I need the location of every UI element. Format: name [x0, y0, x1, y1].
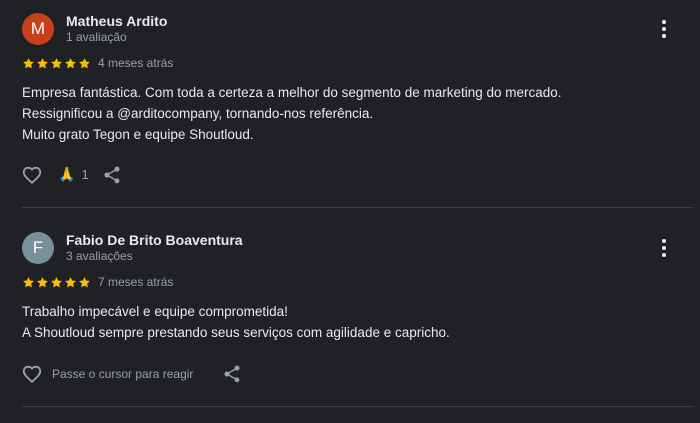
- heart-outline-icon: [22, 365, 42, 384]
- star-icon: [65, 58, 76, 69]
- review-card: M Matheus Ardito 1 avaliação 4 meses atr…: [0, 0, 700, 208]
- star-rating: [22, 57, 91, 70]
- review-text-line: Empresa fantástica. Com toda a certeza a…: [22, 85, 562, 100]
- star-icon: [23, 58, 34, 69]
- avatar[interactable]: M: [22, 13, 54, 45]
- review-text: Trabalho impecável e equipe comprometida…: [22, 301, 450, 343]
- review-date: 7 meses atrás: [98, 275, 174, 289]
- review-text: Empresa fantástica. Com toda a certeza a…: [22, 82, 562, 145]
- star-icon: [51, 277, 62, 288]
- reaction-number: 1: [81, 167, 89, 182]
- reviewer-review-count: 1 avaliação: [66, 30, 127, 44]
- star-icon: [37, 277, 48, 288]
- reaction-count[interactable]: 🙏 1: [58, 166, 89, 183]
- react-hint: Passe o cursor para reagir: [52, 367, 194, 381]
- like-button[interactable]: [20, 362, 44, 386]
- share-icon: [224, 365, 240, 383]
- star-icon: [65, 277, 76, 288]
- pray-emoji-icon: 🙏: [58, 166, 76, 182]
- review-date: 4 meses atrás: [98, 56, 174, 70]
- star-icon: [79, 58, 90, 69]
- avatar[interactable]: F: [22, 232, 54, 264]
- reviewer-name[interactable]: Matheus Ardito: [66, 13, 167, 29]
- share-button[interactable]: [221, 362, 243, 386]
- review-divider: [22, 406, 693, 407]
- share-button[interactable]: [101, 163, 123, 187]
- share-icon: [104, 166, 120, 184]
- heart-outline-icon: [22, 166, 42, 185]
- more-options-button[interactable]: [652, 236, 676, 260]
- more-vert-icon: [662, 239, 666, 243]
- star-icon: [51, 58, 62, 69]
- star-icon: [37, 58, 48, 69]
- review-text-line: Trabalho impecável e equipe comprometida…: [22, 304, 288, 319]
- star-icon: [23, 277, 34, 288]
- star-icon: [79, 277, 90, 288]
- star-rating: [22, 276, 91, 289]
- like-button[interactable]: [20, 163, 44, 187]
- review-divider: [22, 207, 693, 208]
- review-text-line: A Shoutloud sempre prestando seus serviç…: [22, 325, 450, 340]
- review-text-line: Ressignificou a @arditocompany, tornando…: [22, 106, 374, 121]
- more-options-button[interactable]: [652, 17, 676, 41]
- review-text-line: Muito grato Tegon e equipe Shoutloud.: [22, 127, 254, 142]
- more-vert-icon: [662, 20, 666, 24]
- reviewer-review-count: 3 avaliações: [66, 249, 133, 263]
- reviewer-name[interactable]: Fabio De Brito Boaventura: [66, 232, 243, 248]
